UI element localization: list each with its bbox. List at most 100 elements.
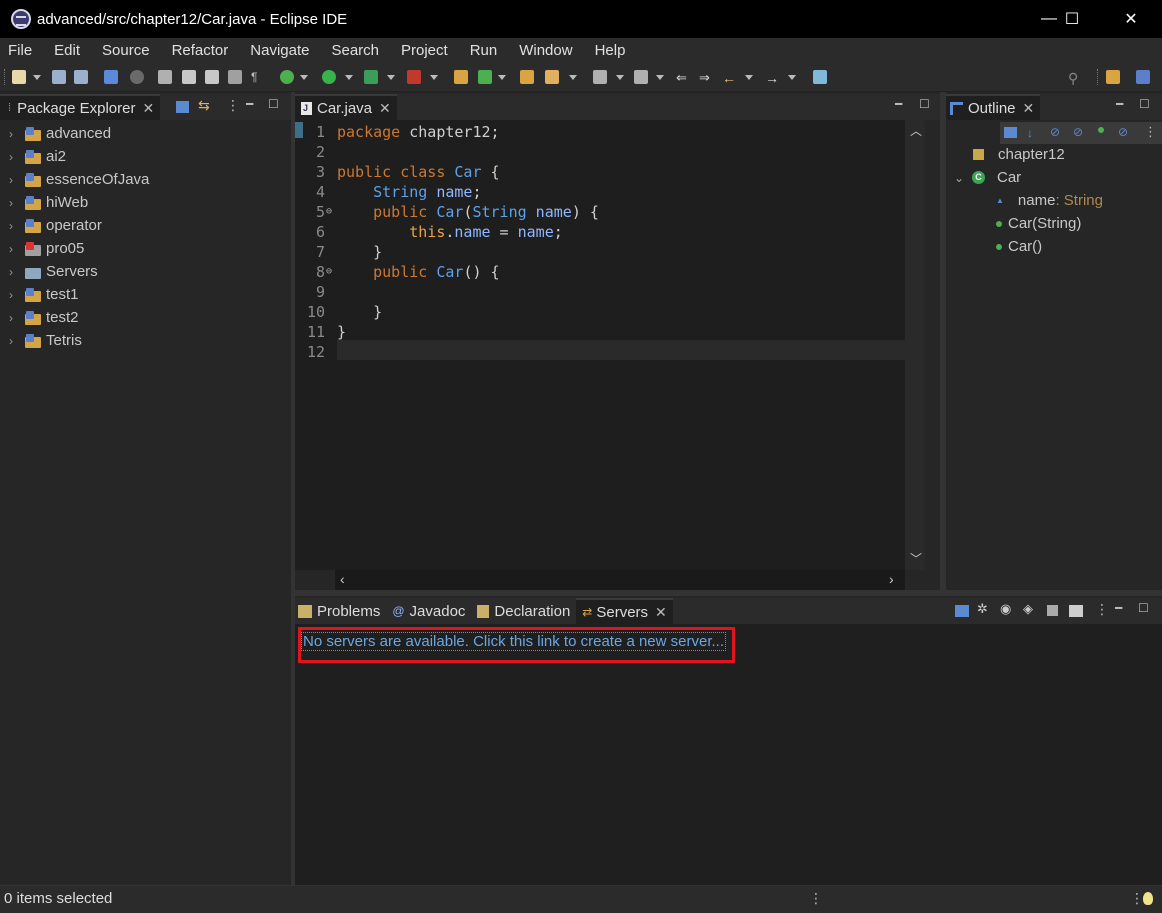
external-tools-icon[interactable] <box>407 70 421 84</box>
tree-item-pro05[interactable]: › pro05 <box>0 237 84 260</box>
tree-item-advanced[interactable]: › advanced <box>0 122 111 145</box>
expand-chevron-icon[interactable]: › <box>9 242 21 256</box>
close-icon[interactable]: ✕ <box>142 100 154 117</box>
annotation-icon[interactable] <box>182 70 196 84</box>
new-class-dropdown-icon[interactable] <box>498 75 506 80</box>
collapse-all-icon[interactable] <box>955 605 969 617</box>
tree-item-test2[interactable]: › test2 <box>0 306 79 329</box>
tab-outline[interactable]: Outline ✕ <box>946 94 1041 120</box>
run-icon[interactable] <box>322 70 336 84</box>
expand-chevron-icon[interactable]: › <box>9 127 21 141</box>
menu-navigate[interactable]: Navigate <box>241 42 318 59</box>
run-dropdown-icon[interactable] <box>345 75 353 80</box>
scroll-up-icon[interactable]: ︿ <box>910 122 922 139</box>
start-server-icon[interactable]: ◉ <box>1000 601 1011 617</box>
menu-run[interactable]: Run <box>461 42 507 59</box>
maximize-view-icon[interactable]: ☐ <box>1139 97 1150 111</box>
collapse-all-icon[interactable] <box>176 101 189 113</box>
menu-file[interactable]: File <box>0 42 41 59</box>
tree-item-hiweb[interactable]: › hiWeb <box>0 191 88 214</box>
expand-chevron-icon[interactable]: › <box>9 150 21 164</box>
view-menu-icon[interactable]: ⋮ <box>1144 124 1157 140</box>
menu-help[interactable]: Help <box>586 42 635 59</box>
coverage-dropdown-icon[interactable] <box>387 75 395 80</box>
maximize-view-icon[interactable]: ☐ <box>919 97 930 111</box>
last-edit-icon[interactable]: ⇐ <box>676 70 690 85</box>
minimize-view-icon[interactable]: ━ <box>1116 97 1123 111</box>
previous-annotation-icon[interactable] <box>634 70 648 84</box>
word-wrap-icon[interactable] <box>228 70 242 84</box>
close-icon[interactable]: ✕ <box>655 604 667 621</box>
search-refs-icon[interactable] <box>158 70 172 84</box>
next-annotation-icon[interactable] <box>593 70 607 84</box>
code-editor[interactable]: 1 package chapter12; 2 3 public class Car … <box>295 120 905 570</box>
expand-chevron-icon[interactable]: › <box>9 219 21 233</box>
menu-project[interactable]: Project <box>392 42 457 59</box>
new-file-icon[interactable] <box>12 70 26 84</box>
tree-item-test1[interactable]: › test1 <box>0 283 79 306</box>
debug-icon[interactable] <box>280 70 294 84</box>
view-menu-icon[interactable]: ⋮ <box>1095 601 1109 618</box>
outline-package[interactable]: chapter12 <box>973 143 1065 166</box>
open-perspective-icon[interactable] <box>1106 70 1120 84</box>
hide-fields-icon[interactable]: ⊘ <box>1050 125 1060 139</box>
tree-item-servers[interactable]: › Servers <box>0 260 98 283</box>
debug-dropdown-icon[interactable] <box>300 75 308 80</box>
menu-window[interactable]: Window <box>510 42 581 59</box>
tab-declaration[interactable]: Declaration <box>471 598 576 624</box>
expand-chevron-icon[interactable]: › <box>9 311 21 325</box>
tab-package-explorer[interactable]: ⁞ Package Explorer ✕ <box>0 94 161 120</box>
menu-refactor[interactable]: Refactor <box>163 42 238 59</box>
menu-source[interactable]: Source <box>93 42 159 59</box>
block-select-icon[interactable] <box>205 70 219 84</box>
tree-item-ai2[interactable]: › ai2 <box>0 145 66 168</box>
sort-icon[interactable]: ↓ <box>1027 126 1033 140</box>
outline-method[interactable]: Car() <box>996 235 1042 258</box>
view-menu-icon[interactable]: ⋮ <box>226 97 240 114</box>
new-java-project-icon[interactable] <box>454 70 468 84</box>
hide-static-icon[interactable]: ⊘ <box>1073 125 1083 139</box>
external-tools-dropdown-icon[interactable] <box>430 75 438 80</box>
save-all-icon[interactable] <box>74 70 88 84</box>
minimize-view-icon[interactable]: ━ <box>1115 601 1122 615</box>
new-dropdown-icon[interactable] <box>33 75 41 80</box>
next-annotation-dropdown-icon[interactable] <box>616 75 624 80</box>
scroll-right-icon[interactable]: › <box>889 571 894 587</box>
publish-icon[interactable] <box>1069 605 1083 617</box>
tree-item-tetris[interactable]: › Tetris <box>0 329 82 352</box>
previous-annotation-dropdown-icon[interactable] <box>656 75 664 80</box>
close-icon[interactable]: ✕ <box>379 100 391 117</box>
maximize-button[interactable]: ☐ <box>1049 0 1095 38</box>
forward-dropdown-icon[interactable] <box>788 75 796 80</box>
terminal-icon[interactable] <box>104 70 118 84</box>
scroll-down-icon[interactable]: ﹀ <box>910 550 922 567</box>
tip-lightbulb-icon[interactable] <box>1143 892 1153 905</box>
scroll-left-icon[interactable]: ‹ <box>340 571 345 587</box>
outline-field[interactable]: ▲ name : String <box>996 189 1103 212</box>
outline-class[interactable]: ⌄ C Car <box>954 166 1021 189</box>
fold-marker-icon[interactable]: ⊖ <box>326 262 332 282</box>
close-window-button[interactable]: ✕ <box>1108 0 1154 38</box>
minimize-view-icon[interactable]: ━ <box>895 97 902 111</box>
hide-nonpublic-icon[interactable] <box>1098 127 1104 133</box>
maximize-view-icon[interactable]: ☐ <box>1138 601 1149 615</box>
menu-edit[interactable]: Edit <box>45 42 89 59</box>
profile-server-icon[interactable]: ◈ <box>1023 601 1033 617</box>
outline-method[interactable]: Car(String) <box>996 212 1081 235</box>
tree-item-essenceofjava[interactable]: › essenceOfJava <box>0 168 149 191</box>
expand-chevron-icon[interactable]: › <box>9 288 21 302</box>
link-with-editor-icon[interactable]: ⇆ <box>198 97 210 114</box>
tab-javadoc[interactable]: @ Javadoc <box>386 598 471 624</box>
whitespace-icon[interactable]: ¶ <box>251 70 265 84</box>
skip-breakpoints-icon[interactable] <box>130 70 144 84</box>
tab-servers[interactable]: ⇄ Servers ✕ <box>576 598 673 624</box>
expand-chevron-icon[interactable]: › <box>9 196 21 210</box>
maximize-view-icon[interactable]: ☐ <box>268 97 279 111</box>
back-icon[interactable]: ← <box>722 70 736 86</box>
minimize-view-icon[interactable]: ━ <box>246 97 253 111</box>
task-dropdown-icon[interactable] <box>569 75 577 80</box>
tab-car-java[interactable]: J Car.java ✕ <box>295 94 397 120</box>
search-icon[interactable]: ⚲ <box>1068 70 1082 86</box>
close-icon[interactable]: ✕ <box>1023 100 1035 117</box>
forward-icon[interactable]: → <box>765 70 779 86</box>
